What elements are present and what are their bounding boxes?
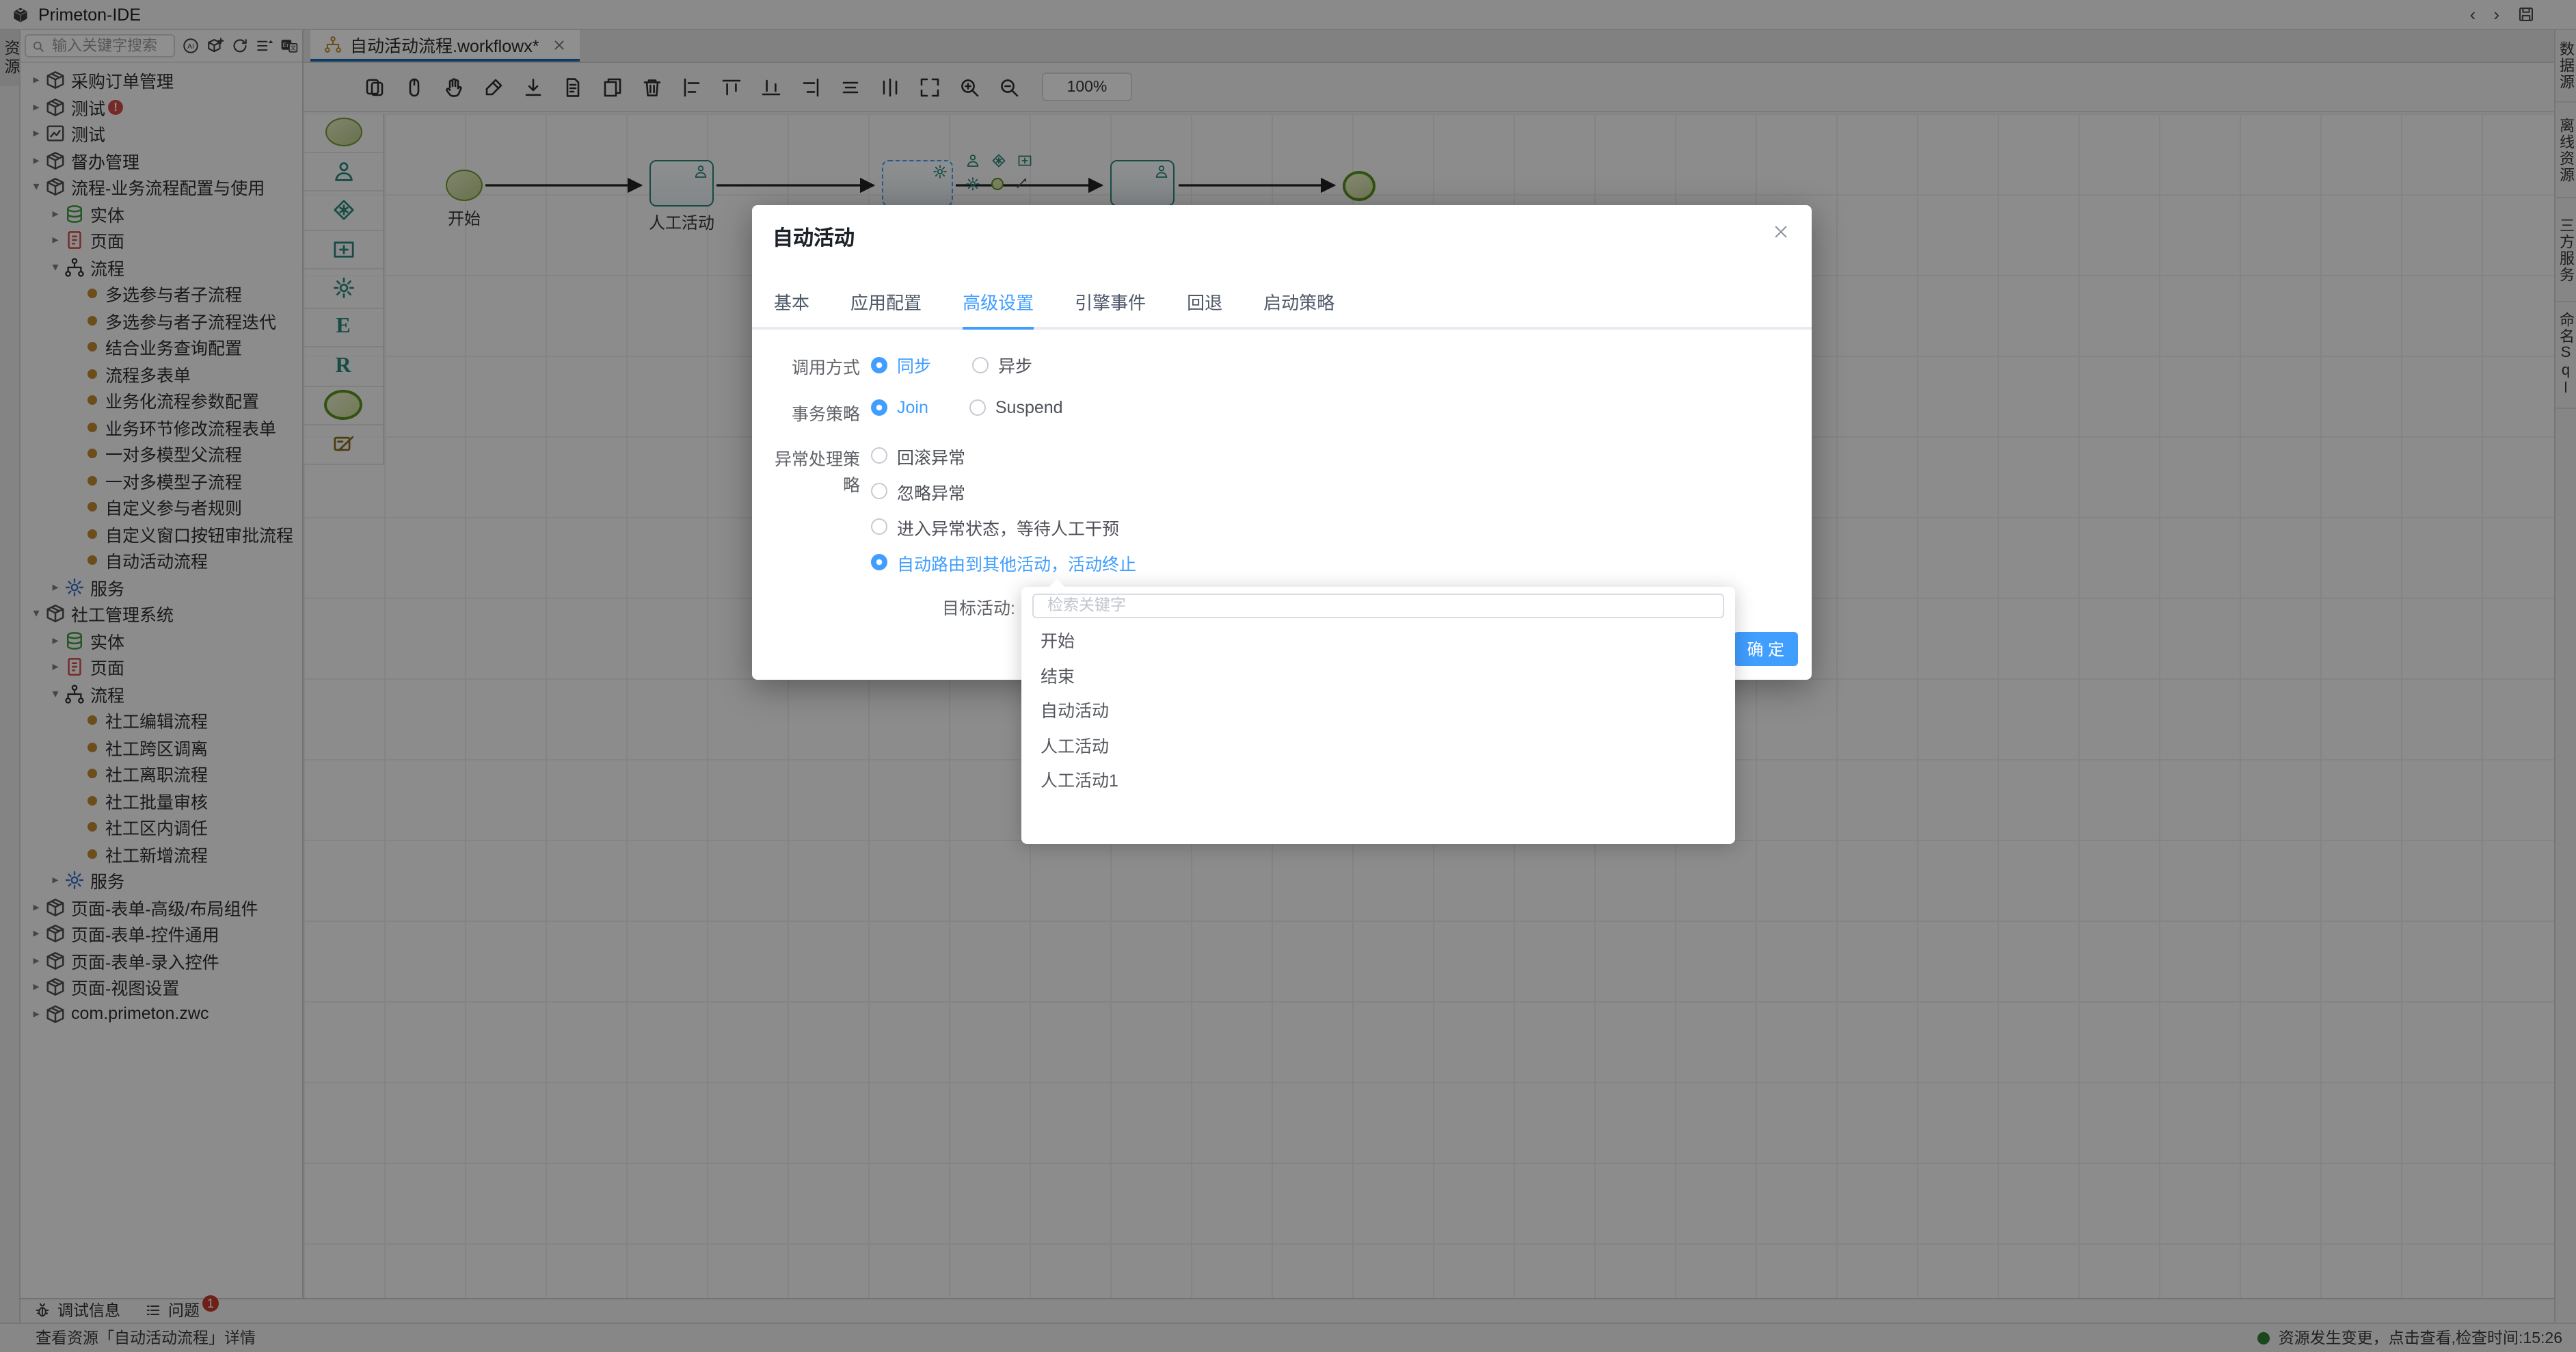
dialog-tab-高级设置[interactable]: 高级设置: [963, 289, 1034, 327]
dialog-tabs: 基本 应用配置 高级设置 引擎事件 回退 启动策略: [752, 289, 1812, 330]
transaction-row: 事务策略 Join Suspend: [773, 397, 1790, 425]
radio-option[interactable]: 忽略异常: [871, 478, 1136, 504]
primeton-ide-window: Primeton-IDE ‹ › 资源 AIEn文 ▸采购订单管理▸测试!▸测试…: [0, 0, 2576, 1352]
radio-label: 自动路由到其他活动，活动终止: [897, 549, 1136, 575]
exception-row: 异常处理策略 回滚异常忽略异常进入异常状态，等待人工干预自动路由到其他活动，活动…: [773, 442, 1790, 575]
radio-label: 忽略异常: [897, 478, 965, 504]
invoke-mode-row: 调用方式 同步 异步: [773, 352, 1790, 380]
radio-option[interactable]: 自动路由到其他活动，活动终止: [871, 549, 1136, 575]
target-activity-label: 目标活动:: [942, 594, 1015, 620]
radio-label: Suspend: [995, 397, 1063, 416]
radio-label: 同步: [897, 352, 931, 377]
invoke-mode-label: 调用方式: [773, 352, 860, 379]
radio-label: 进入异常状态，等待人工干预: [897, 514, 1119, 540]
transaction-label: 事务策略: [773, 397, 860, 425]
confirm-button[interactable]: 确 定: [1733, 632, 1798, 666]
dropdown-option[interactable]: 开始: [1021, 625, 1735, 660]
radio-label: Join: [897, 397, 928, 416]
dropdown-option[interactable]: 结束: [1021, 660, 1735, 695]
radio-circle-icon: [871, 554, 887, 570]
dialog-close-icon[interactable]: [1772, 223, 1790, 241]
dialog-tab-基本[interactable]: 基本: [774, 289, 809, 327]
dialog-title: 自动活动: [773, 223, 855, 252]
target-activity-dropdown: 开始结束自动活动人工活动人工活动1: [1021, 587, 1735, 844]
radio-option[interactable]: 异步: [972, 352, 1032, 377]
invoke-mode-radios: 同步 异步: [871, 352, 1073, 380]
dropdown-search-box[interactable]: [1032, 594, 1724, 618]
dialog-tab-引擎事件[interactable]: 引擎事件: [1075, 289, 1146, 327]
radio-circle-icon: [871, 356, 887, 373]
radio-option[interactable]: 进入异常状态，等待人工干预: [871, 514, 1136, 540]
dropdown-options: 开始结束自动活动人工活动人工活动1: [1021, 625, 1735, 799]
radio-option[interactable]: 回滚异常: [871, 442, 1136, 468]
radio-circle-icon: [871, 399, 887, 415]
radio-circle-icon: [871, 447, 887, 464]
radio-label: 回滚异常: [897, 442, 965, 468]
radio-option[interactable]: 同步: [871, 352, 931, 377]
exception-label: 异常处理策略: [773, 442, 860, 496]
radio-circle-icon: [972, 356, 989, 373]
dialog-tab-应用配置[interactable]: 应用配置: [850, 289, 922, 327]
dropdown-option[interactable]: 人工活动: [1021, 730, 1735, 765]
dropdown-option[interactable]: 自动活动: [1021, 695, 1735, 730]
radio-label: 异步: [998, 352, 1032, 377]
radio-option[interactable]: Join: [871, 397, 928, 416]
radio-option[interactable]: Suspend: [969, 397, 1063, 416]
dialog-tab-启动策略[interactable]: 启动策略: [1263, 289, 1334, 327]
radio-circle-icon: [871, 483, 887, 499]
dropdown-search-input[interactable]: [1045, 596, 1712, 615]
dialog-tab-回退[interactable]: 回退: [1187, 289, 1222, 327]
exception-radios: 回滚异常忽略异常进入异常状态，等待人工干预自动路由到其他活动，活动终止: [871, 442, 1177, 575]
transaction-radios: Join Suspend: [871, 397, 1104, 422]
radio-circle-icon: [969, 399, 986, 415]
radio-circle-icon: [871, 518, 887, 535]
dropdown-option[interactable]: 人工活动1: [1021, 765, 1735, 799]
